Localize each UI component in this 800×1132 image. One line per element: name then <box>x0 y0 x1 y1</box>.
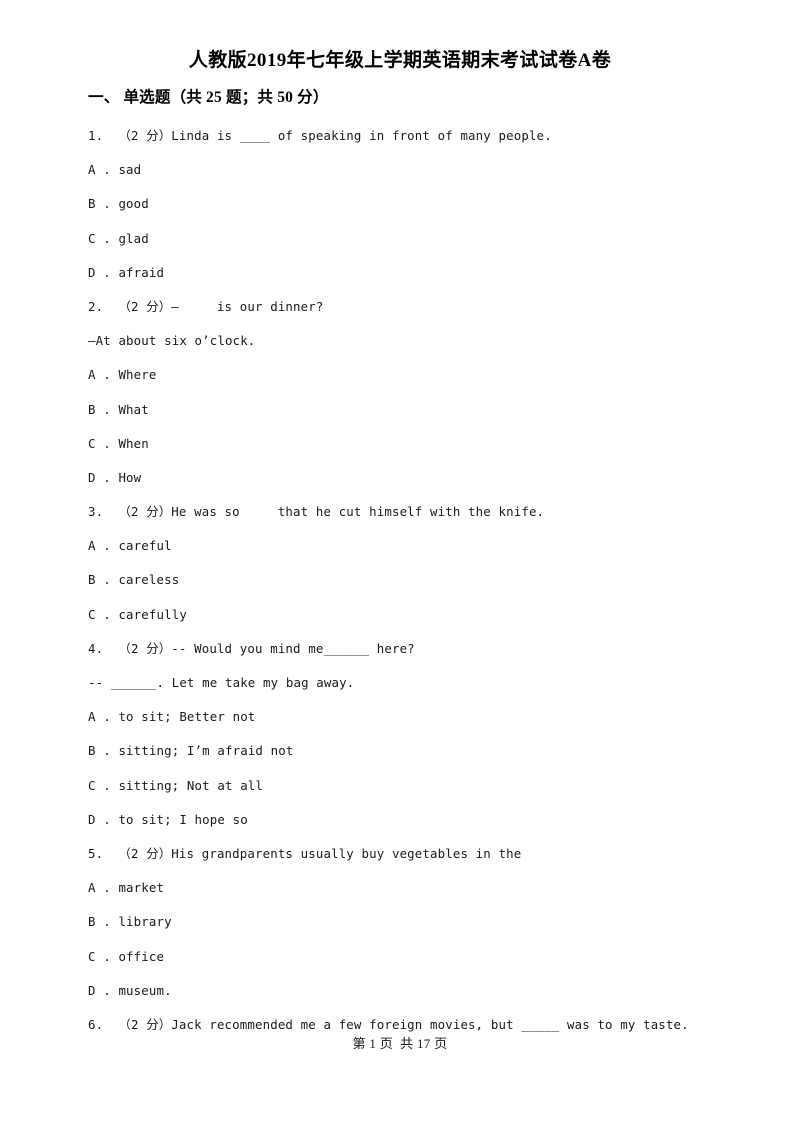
option-line[interactable]: D . How <box>88 461 748 495</box>
option-line[interactable]: A . to sit; Better not <box>88 700 748 734</box>
option-line[interactable]: D . to sit; I hope so <box>88 803 748 837</box>
question-stem-line: —At about six o’clock. <box>88 333 256 349</box>
question-stem-line: 5. （2 分）His grandparents usually buy veg… <box>88 845 522 861</box>
option-line[interactable]: B . good <box>88 187 748 221</box>
option-line[interactable]: C . sitting; Not at all <box>88 769 748 803</box>
option-line[interactable]: C . office <box>88 940 748 974</box>
page-footer: 第 1 页 共 17 页 <box>352 1036 448 1051</box>
option-line[interactable]: A . careful <box>88 529 748 563</box>
option-line[interactable]: B . What <box>88 393 748 427</box>
question-stem-line: 3. （2 分）He was so that he cut himself wi… <box>88 504 545 520</box>
option-line[interactable]: C . When <box>88 427 748 461</box>
option-line[interactable]: B . careless <box>88 563 748 597</box>
option-line[interactable]: A . Where <box>88 358 748 392</box>
option-line[interactable]: A . sad <box>88 153 748 187</box>
option-line[interactable]: C . glad <box>88 222 748 256</box>
option-line[interactable]: D . museum. <box>88 974 748 1008</box>
option-line[interactable]: C . carefully <box>88 598 748 632</box>
option-line[interactable]: B . sitting; I’m afraid not <box>88 734 748 768</box>
page-title: 人教版2019年七年级上学期英语期末考试试卷A卷 <box>188 50 612 71</box>
question-stem-line: -- ______. Let me take my bag away. <box>88 675 355 690</box>
question-stem-line: 2. （2 分）— is our dinner? <box>88 298 324 314</box>
question-stem-line: 1. （2 分）Linda is ____ of speaking in fro… <box>88 128 552 143</box>
exam-paper-page: 人教版2019年七年级上学期英语期末考试试卷A卷 一、 单选题（共 25 题；共… <box>0 0 800 1132</box>
question-list: 1. （2 分）Linda is ____ of speaking in fro… <box>88 119 748 1042</box>
option-line[interactable]: D . afraid <box>88 256 748 290</box>
option-line[interactable]: A . market <box>88 871 748 905</box>
question-stem-line: 4. （2 分）-- Would you mind me______ here? <box>88 640 415 656</box>
section-heading-multiple-choice: 一、 单选题（共 25 题；共 50 分） <box>88 89 329 106</box>
option-line[interactable]: B . library <box>88 905 748 939</box>
